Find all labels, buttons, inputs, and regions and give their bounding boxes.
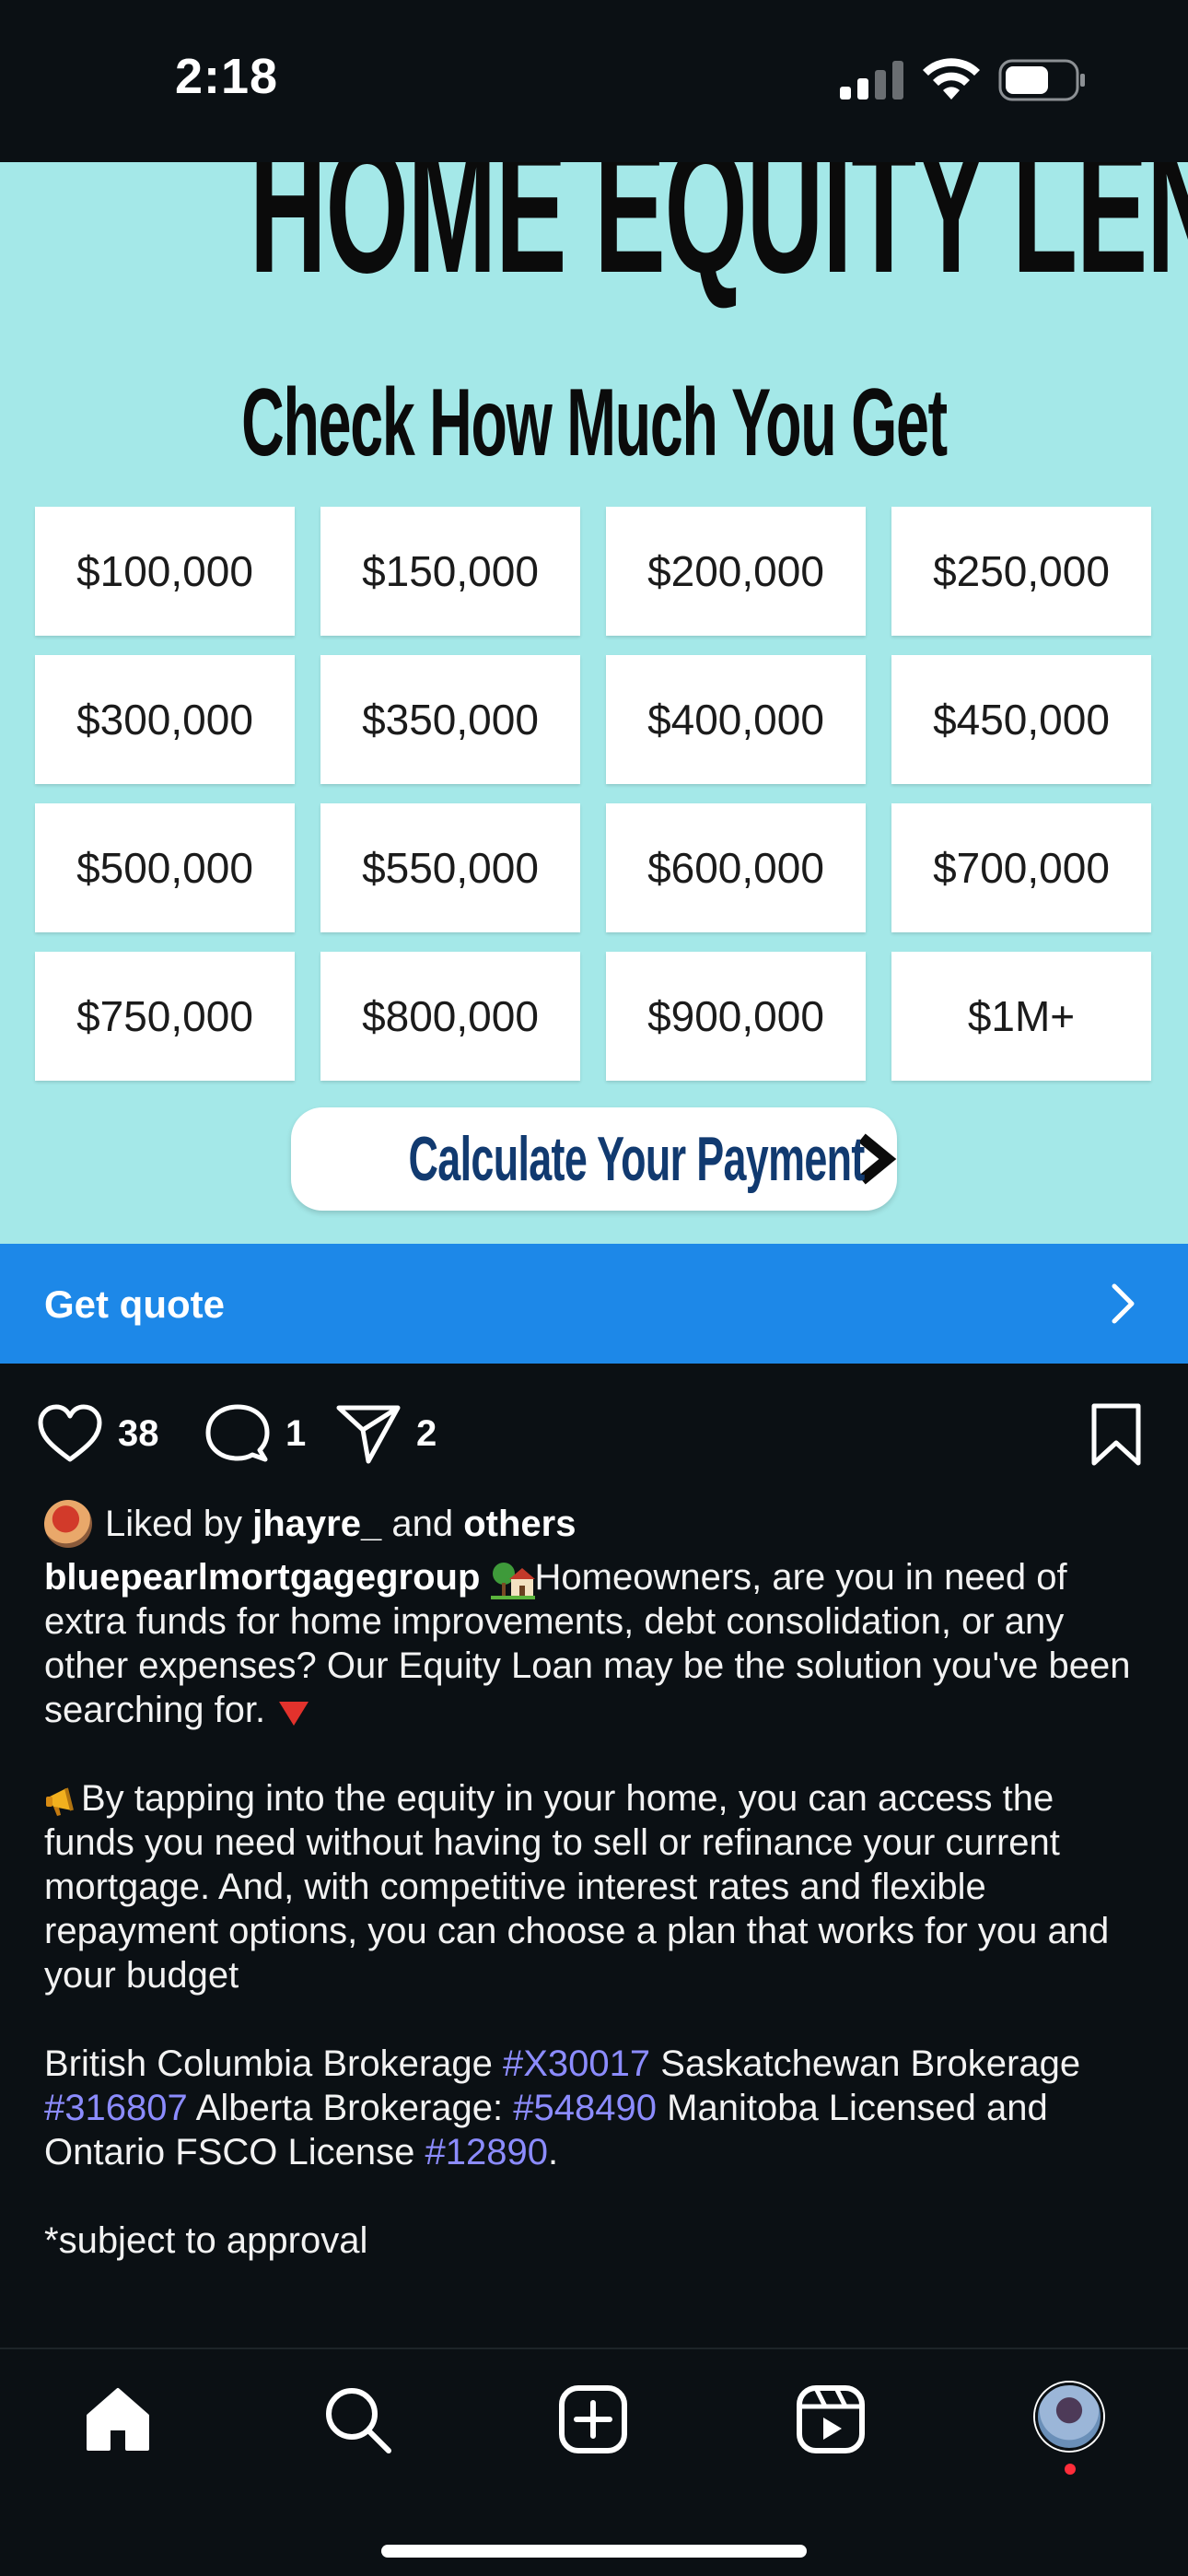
ad-headline: HOME EQUITY LENDING [249,162,1188,311]
hashtag[interactable]: #316807 [44,2088,188,2128]
like-button[interactable]: 38 [37,1402,159,1465]
comment-count: 1 [285,1412,307,1454]
liked-by-user[interactable]: jhayre_ [252,1502,381,1546]
liked-by-line[interactable]: Liked by jhayre_ and others [44,1493,1149,1555]
amount-tile[interactable]: $600,000 [606,803,866,932]
share-count: 2 [416,1412,437,1454]
license-sk: Saskatchewan Brokerage [660,2043,1081,2085]
home-icon[interactable] [81,2383,155,2456]
hashtag[interactable]: #548490 [513,2088,657,2128]
hashtag[interactable]: #12890 [425,2132,548,2172]
house-with-garden-icon [490,1563,535,1600]
amount-tile[interactable]: $1M+ [891,952,1151,1081]
ad-subhead: Check How Much You Get [241,369,948,476]
amount-tile[interactable]: $400,000 [606,655,866,784]
like-count: 38 [118,1412,159,1454]
caption-licenses: British Columbia Brokerage #X30017 Saska… [44,2042,1149,2174]
heart-icon [38,1404,102,1462]
amount-tile[interactable]: $150,000 [320,507,580,636]
amount-tile[interactable]: $350,000 [320,655,580,784]
calculate-payment-button[interactable]: Calculate Your Payment [291,1107,897,1211]
caption-text-2: By tapping into the equity in your home,… [44,1778,1110,1996]
amount-tile[interactable]: $550,000 [320,803,580,932]
amount-tile[interactable]: $500,000 [35,803,295,932]
amount-tile[interactable]: $100,000 [35,507,295,636]
hashtag[interactable]: #X30017 [503,2043,650,2084]
amount-tile[interactable]: $750,000 [35,952,295,1081]
amount-tile[interactable]: $700,000 [891,803,1151,932]
caption-username[interactable]: bluepearlmortgagegroup [44,1557,480,1598]
amount-grid: $100,000 $150,000 $200,000 $250,000 $300… [35,507,1153,1081]
amount-tile[interactable]: $300,000 [35,655,295,784]
liked-by-and: and [391,1504,454,1544]
license-end: . [548,2132,559,2173]
wifi-icon [923,58,980,100]
caption-paragraph-2: By tapping into the equity in your home,… [44,1776,1149,1997]
battery-icon [998,59,1085,101]
share-button[interactable]: 2 [335,1402,437,1465]
notification-dot [1065,2464,1076,2475]
post-action-bar: 38 1 2 [0,1364,1188,1493]
comment-icon [205,1404,270,1462]
home-indicator[interactable] [381,2545,807,2558]
caption-paragraph-1: bluepearlmortgagegroup Homeowners, are y… [44,1555,1149,1732]
status-bar: 2:18 [0,0,1188,162]
profile-avatar[interactable] [1035,2383,1103,2451]
amount-tile[interactable]: $800,000 [320,952,580,1081]
chevron-right-icon [1112,1283,1135,1324]
liker-avatar [44,1500,92,1548]
amount-tile[interactable]: $250,000 [891,507,1151,636]
amount-tile[interactable]: $200,000 [606,507,866,636]
license-ab: Alberta Brokerage: [195,2088,504,2129]
bottom-navigation-bar [0,2348,1188,2576]
post-caption: Liked by jhayre_ and others bluepearlmor… [44,1493,1149,2263]
cellular-signal-icon [840,61,903,100]
send-icon [336,1405,401,1464]
get-quote-label: Get quote [44,1282,225,1326]
get-quote-button[interactable]: Get quote [0,1244,1188,1364]
liked-by-others[interactable]: others [463,1502,576,1546]
caption-disclaimer: *subject to approval [44,2220,368,2262]
status-time: 2:18 [175,49,279,104]
license-bc: British Columbia Brokerage [44,2043,493,2085]
bookmark-icon[interactable] [1087,1402,1146,1467]
create-post-icon[interactable] [556,2383,630,2456]
amount-tile[interactable]: $900,000 [606,952,866,1081]
megaphone-icon [46,1787,74,1816]
down-triangle-icon [279,1701,309,1726]
calculate-payment-label: Calculate Your Payment [408,1124,866,1194]
amount-tile[interactable]: $450,000 [891,655,1151,784]
comment-button[interactable]: 1 [204,1402,306,1465]
search-icon[interactable] [320,2383,394,2456]
reels-icon[interactable] [794,2383,868,2456]
sponsored-ad-image[interactable]: HOME EQUITY LENDING Check How Much You G… [0,162,1188,1244]
liked-by-prefix: Liked by [105,1504,242,1544]
